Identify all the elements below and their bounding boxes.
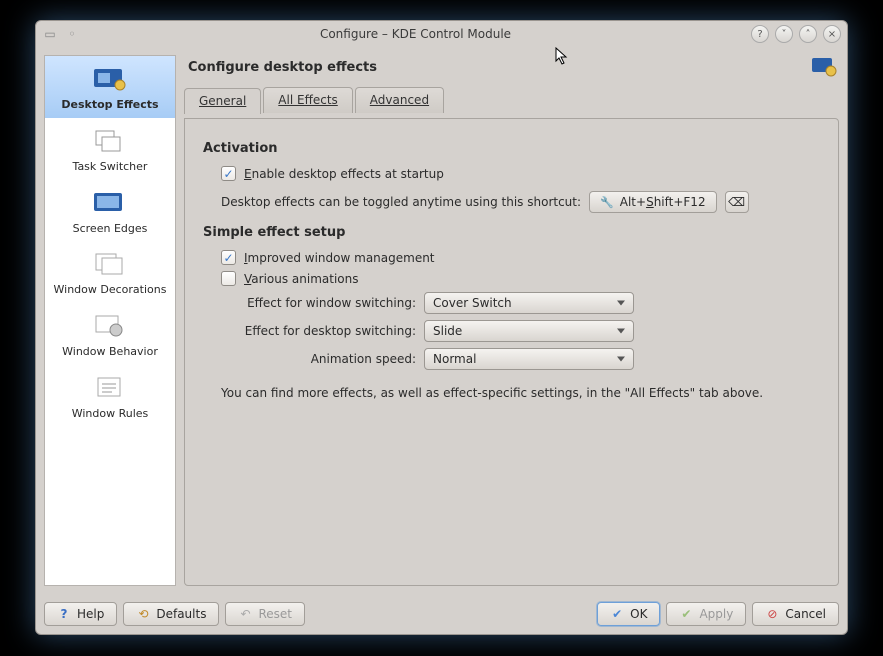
sidebar-label: Desktop Effects	[61, 98, 158, 111]
improved-window-mgmt-checkbox[interactable]	[221, 250, 236, 265]
window-decorations-icon	[90, 249, 130, 279]
sidebar-label: Window Behavior	[62, 345, 158, 358]
help-button[interactable]: ?Help	[44, 602, 117, 626]
wrench-icon: 🔧	[600, 196, 614, 209]
shortcut-button[interactable]: 🔧 Alt+Shift+F12	[589, 191, 717, 213]
window-switching-label: Effect for window switching:	[221, 296, 416, 310]
desktop-effects-header-icon	[811, 57, 837, 77]
close-button[interactable]: ×	[823, 25, 841, 43]
ok-icon: ✔	[610, 607, 624, 621]
sidebar: Desktop Effects Task Switcher Screen Edg…	[44, 55, 176, 586]
cancel-icon: ⊘	[765, 607, 779, 621]
sidebar-item-screen-edges[interactable]: Screen Edges	[45, 180, 175, 242]
sidebar-label: Task Switcher	[73, 160, 148, 173]
enable-at-startup-label[interactable]: Enable desktop effects at startup	[244, 167, 444, 181]
sidebar-item-task-switcher[interactable]: Task Switcher	[45, 118, 175, 180]
window-title: Configure – KDE Control Module	[320, 27, 511, 41]
simple-heading: Simple effect setup	[203, 225, 820, 240]
task-switcher-icon	[90, 126, 130, 156]
sidebar-label: Window Decorations	[54, 283, 167, 296]
cancel-button[interactable]: ⊘Cancel	[752, 602, 839, 626]
defaults-icon: ⟲	[136, 607, 150, 621]
screen-edges-icon	[90, 188, 130, 218]
apply-button[interactable]: ✔Apply	[666, 602, 746, 626]
ok-button[interactable]: ✔OK	[597, 602, 660, 626]
desktop-switching-label: Effect for desktop switching:	[221, 324, 416, 338]
animation-speed-label: Animation speed:	[221, 352, 416, 366]
improved-window-mgmt-label[interactable]: Improved window management	[244, 251, 435, 265]
window-behavior-icon	[90, 311, 130, 341]
more-effects-note: You can find more effects, as well as ef…	[221, 386, 820, 400]
desktop-switching-combo[interactable]: Slide	[424, 320, 634, 342]
tab-advanced[interactable]: Advanced	[355, 87, 444, 113]
animation-speed-combo[interactable]: Normal	[424, 348, 634, 370]
reset-button[interactable]: ↶Reset	[225, 602, 305, 626]
titlebar: ▭ ◦ Configure – KDE Control Module ? ˅ ˄…	[36, 21, 847, 47]
various-animations-checkbox[interactable]	[221, 271, 236, 286]
window-rules-icon	[90, 373, 130, 403]
enable-at-startup-checkbox[interactable]	[221, 166, 236, 181]
defaults-button[interactable]: ⟲Defaults	[123, 602, 219, 626]
shortcut-hint: Desktop effects can be toggled anytime u…	[221, 195, 581, 209]
dialog-footer: ?Help ⟲Defaults ↶Reset ✔OK ✔Apply ⊘Cance…	[36, 594, 847, 634]
reset-icon: ↶	[238, 607, 252, 621]
tab-general[interactable]: General	[184, 88, 261, 114]
help-titlebar-button[interactable]: ?	[751, 25, 769, 43]
main-panel: Configure desktop effects General All Ef…	[184, 55, 839, 586]
page-title: Configure desktop effects	[188, 60, 811, 75]
window: ▭ ◦ Configure – KDE Control Module ? ˅ ˄…	[35, 20, 848, 635]
desktop-effects-icon	[90, 64, 130, 94]
maximize-button[interactable]: ˄	[799, 25, 817, 43]
sidebar-item-window-decorations[interactable]: Window Decorations	[45, 241, 175, 303]
help-icon: ?	[57, 607, 71, 621]
sidebar-item-desktop-effects[interactable]: Desktop Effects	[45, 56, 175, 118]
window-switching-combo[interactable]: Cover Switch	[424, 292, 634, 314]
various-animations-label[interactable]: Various animations	[244, 272, 359, 286]
apply-icon: ✔	[679, 607, 693, 621]
sidebar-label: Window Rules	[72, 407, 149, 420]
sidebar-item-window-behavior[interactable]: Window Behavior	[45, 303, 175, 365]
general-panel: Activation Enable desktop effects at sta…	[184, 118, 839, 586]
minimize-button[interactable]: ˅	[775, 25, 793, 43]
tabbar: General All Effects Advanced	[184, 87, 839, 113]
shortcut-text: Alt+Shift+F12	[620, 195, 706, 209]
app-menu-icon[interactable]: ▭	[42, 26, 58, 42]
sidebar-item-window-rules[interactable]: Window Rules	[45, 365, 175, 427]
clear-shortcut-button[interactable]: ⌫	[725, 191, 749, 213]
activation-heading: Activation	[203, 141, 820, 156]
tab-all-effects[interactable]: All Effects	[263, 87, 352, 113]
sidebar-label: Screen Edges	[73, 222, 148, 235]
pin-icon[interactable]: ◦	[64, 26, 80, 42]
